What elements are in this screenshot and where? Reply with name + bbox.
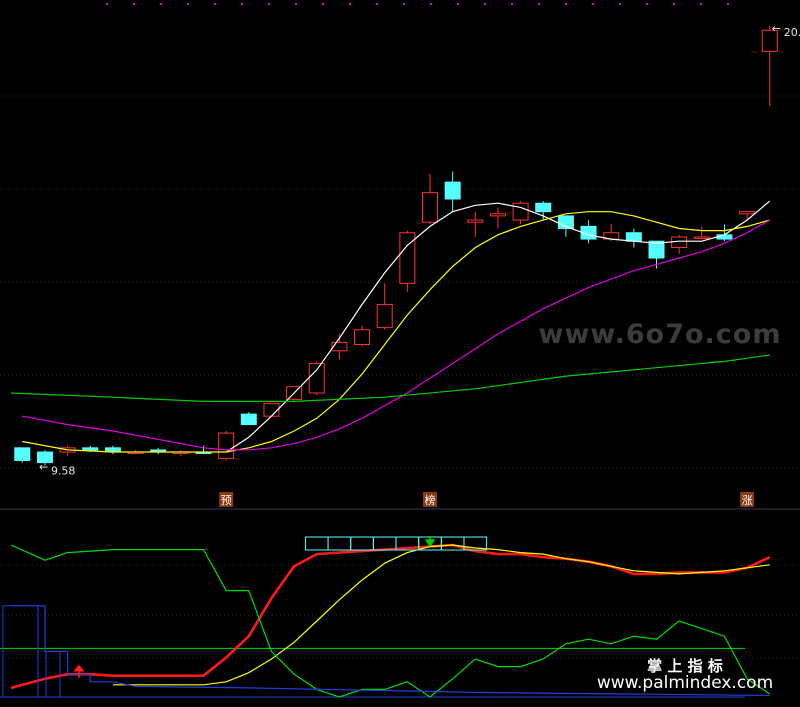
- top-dot: [646, 3, 648, 5]
- event-marker-label: 榜: [425, 493, 436, 507]
- top-dot: [214, 3, 216, 5]
- top-dot: [511, 3, 513, 5]
- event-marker-label: 涨: [742, 494, 753, 507]
- top-dot: [538, 3, 540, 5]
- candle-body: [263, 403, 280, 417]
- candle-body: [693, 236, 710, 239]
- stock-chart: 预榜涨 ← 20.00 ← 9.58 www.6o7o.com 掌 上 指 标 …: [0, 0, 800, 707]
- high-price-label: 20.00: [784, 26, 800, 39]
- candle-body: [331, 341, 348, 352]
- candle-body: [512, 202, 529, 221]
- candle-body: [308, 362, 325, 394]
- candle-body: [82, 447, 99, 451]
- top-dot: [565, 3, 567, 5]
- candle-body: [376, 303, 393, 329]
- candle-body: [14, 447, 31, 461]
- candle-body: [625, 232, 642, 242]
- top-dot: [727, 3, 729, 5]
- top-dot: [268, 3, 270, 5]
- top-dot: [403, 3, 405, 5]
- top-dot: [106, 3, 108, 5]
- watermark-top: www.6o7o.com: [539, 319, 782, 350]
- top-dot: [457, 3, 459, 5]
- top-dot: [295, 3, 297, 5]
- candle-body: [535, 202, 552, 213]
- low-price-label: 9.58: [51, 465, 75, 478]
- high-arrow-icon: ←: [772, 22, 781, 35]
- top-dot: [133, 3, 135, 5]
- top-dot: [619, 3, 621, 5]
- low-arrow-icon: ←: [39, 461, 48, 474]
- top-dot: [430, 3, 432, 5]
- top-dot: [160, 3, 162, 5]
- candle-body: [489, 213, 506, 217]
- top-dot: [322, 3, 324, 5]
- candle-body: [240, 413, 257, 426]
- top-dot: [349, 3, 351, 5]
- top-dot: [241, 3, 243, 5]
- candle-body: [354, 329, 371, 346]
- candle-body: [467, 219, 484, 223]
- top-dot: [376, 3, 378, 5]
- top-dot: [700, 3, 702, 5]
- candle-body: [422, 192, 438, 223]
- candle-body: [716, 234, 733, 240]
- top-dot: [484, 3, 486, 5]
- top-dot: [187, 3, 189, 5]
- candle-body: [739, 211, 756, 215]
- candle-body: [218, 432, 235, 459]
- event-marker-label: 预: [221, 494, 232, 507]
- top-dot: [592, 3, 594, 5]
- top-dot: [673, 3, 675, 5]
- watermark-bottom-url: www.palmindex.com: [597, 673, 773, 693]
- candle-body: [444, 181, 461, 200]
